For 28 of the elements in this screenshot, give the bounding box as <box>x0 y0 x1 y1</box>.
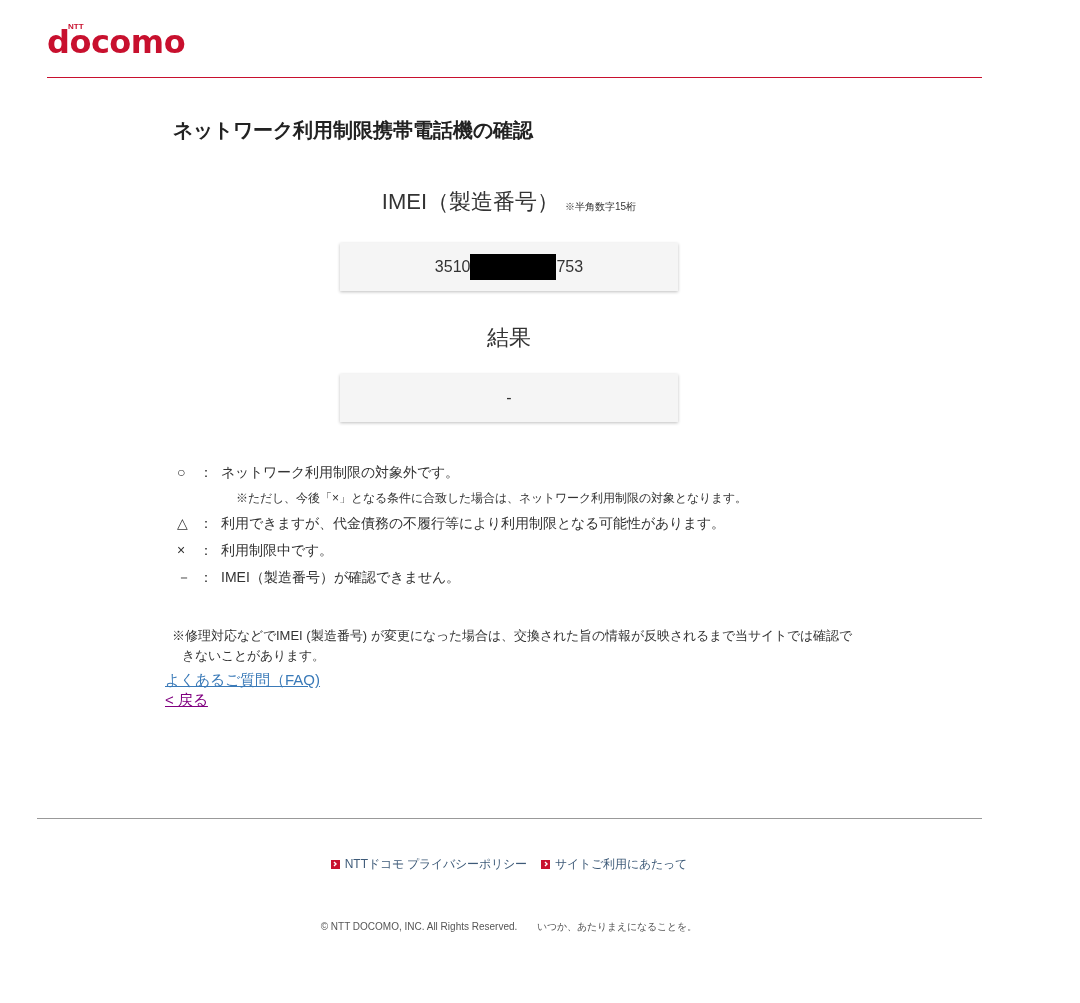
note-text: ※修理対応などでIMEI (製造番号) が変更になった場合は、交換された旨の情報が反映されるまで当サイトでは確認できないことがあります。 <box>172 627 853 665</box>
legend-symbol: ○ <box>177 463 187 482</box>
result-label: 結果 <box>487 324 531 352</box>
result-field: - <box>340 374 678 422</box>
legend-note: ※ただし、今後「×」となる条件に合致した場合は、ネットワーク利用制限の対象となります。 <box>236 490 748 507</box>
imei-field[interactable]: 3510 753 <box>340 243 678 291</box>
text-link[interactable]: よくあるご質問（FAQ) <box>165 670 320 690</box>
footer-link[interactable]: NTTドコモ プライバシーポリシー <box>330 855 528 873</box>
text-link[interactable]: < 戻る <box>165 690 208 710</box>
chevron-icon <box>330 859 340 869</box>
footer-link[interactable]: サイトご利用にあたって <box>541 855 688 873</box>
legend-separator: ： <box>199 463 214 482</box>
legend-separator: ： <box>199 514 214 533</box>
page-title: ネットワーク利用制限携帯電話機の確認 <box>173 118 535 143</box>
legend-text: 利用制限中です。 <box>221 541 333 560</box>
legend-text: ネットワーク利用制限の対象外です。 <box>221 463 459 482</box>
legend-symbol: × <box>177 541 187 560</box>
legend-text: IMEI（製造番号）が確認できません。 <box>221 568 460 587</box>
legend-separator: ： <box>199 568 214 587</box>
copyright-text: © NTT DOCOMO, INC. All Rights Reserved. <box>320 920 518 934</box>
slogan-text: いつか、あたりまえになることを。 <box>537 920 698 934</box>
legend-symbol: △ <box>177 514 189 533</box>
legend-text: 利用できますが、代金債務の不履行等により利用制限となる可能性があります。 <box>221 514 725 533</box>
imei-hint: ※半角数字15桁 <box>565 200 637 214</box>
imei-label: IMEI（製造番号） <box>381 188 560 216</box>
legend-symbol: － <box>177 568 192 587</box>
legend-separator: ： <box>199 541 214 560</box>
chevron-icon <box>541 859 551 869</box>
